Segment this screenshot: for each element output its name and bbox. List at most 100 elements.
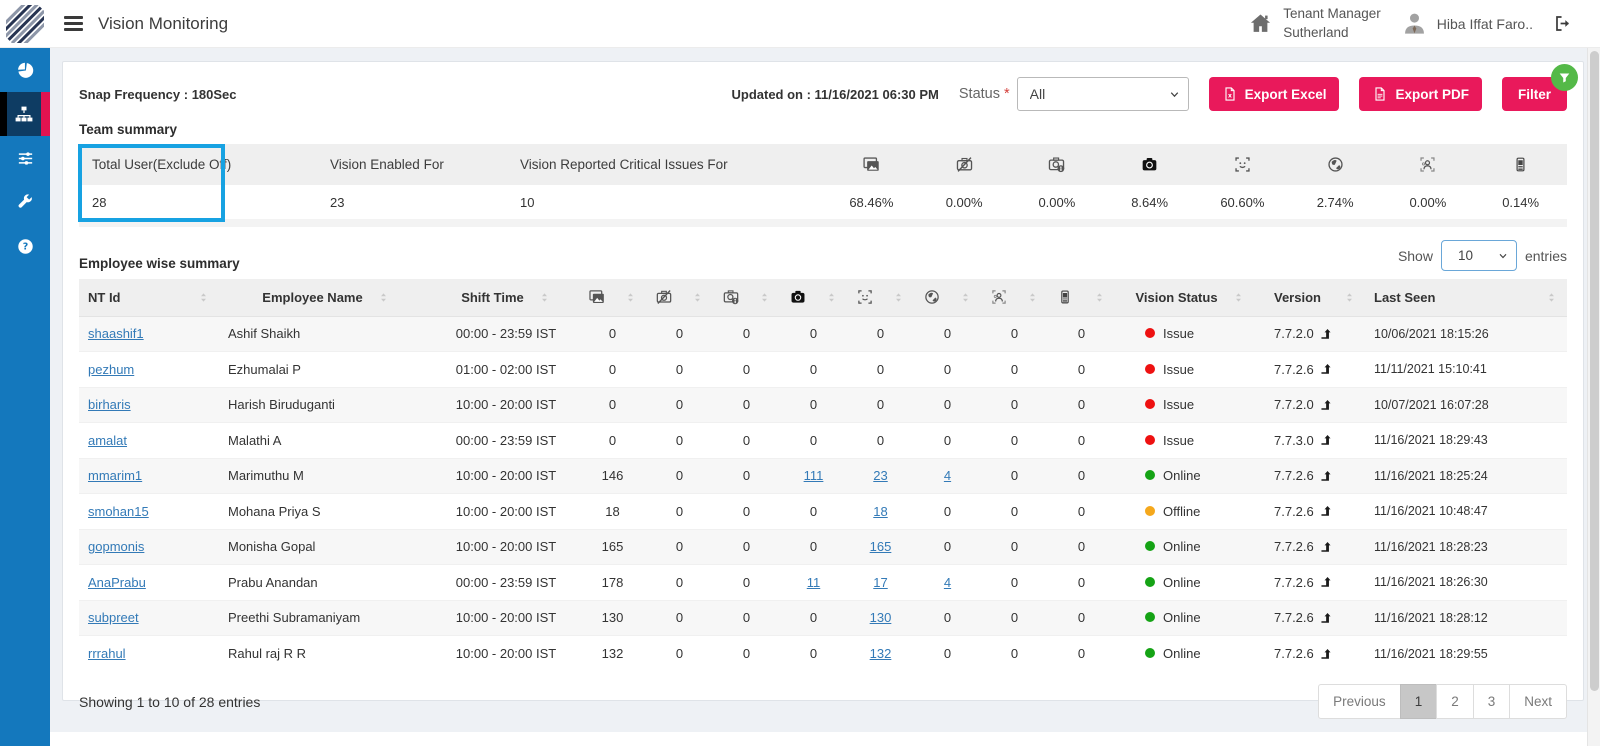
ntid-link[interactable]: mmarim1 bbox=[88, 468, 142, 483]
employee-name: Rahul raj R R bbox=[219, 635, 433, 671]
required-asterisk: * bbox=[1004, 86, 1010, 102]
version-upgrade-icon bbox=[1319, 433, 1333, 447]
page-button-3[interactable]: 3 bbox=[1472, 684, 1511, 719]
sort-icon[interactable] bbox=[1545, 291, 1558, 304]
last-seen: 11/16/2021 18:25:24 bbox=[1365, 457, 1567, 494]
employee-row: mmarim1 Marimuthu M 10:00 - 20:00 IST 14… bbox=[79, 457, 1567, 494]
logout-button[interactable] bbox=[1553, 14, 1572, 33]
metric-link[interactable]: 4 bbox=[944, 468, 951, 483]
col-vision-enabled: Vision Enabled For bbox=[317, 144, 507, 185]
sidebar-item-settings[interactable] bbox=[0, 136, 50, 180]
version-value: 7.7.2.6 bbox=[1274, 468, 1314, 484]
status-select[interactable]: All bbox=[1016, 77, 1189, 111]
vision-status: Issue bbox=[1163, 361, 1195, 377]
status-dot bbox=[1145, 541, 1155, 552]
metric-value: 0 bbox=[1048, 528, 1115, 565]
metric-value: 0 bbox=[1048, 351, 1115, 387]
sidebar-item-dashboard[interactable] bbox=[0, 48, 50, 92]
metric-link[interactable]: 132 bbox=[870, 646, 892, 661]
sort-icon[interactable] bbox=[197, 291, 210, 304]
metric-link[interactable]: 130 bbox=[870, 610, 892, 625]
last-seen: 11/16/2021 18:28:12 bbox=[1365, 599, 1567, 636]
sidebar-item-help[interactable] bbox=[0, 224, 50, 268]
metric-value: 0 bbox=[1048, 422, 1115, 458]
status-dot bbox=[1145, 612, 1155, 623]
ntid-link[interactable]: shaashif1 bbox=[88, 326, 144, 341]
metric-value: 0 bbox=[780, 386, 847, 423]
employee-row: rrrahul Rahul raj R R 10:00 - 20:00 IST … bbox=[79, 635, 1567, 671]
page-size-select[interactable]: 10 bbox=[1440, 240, 1517, 271]
metric-value: 165 bbox=[579, 528, 646, 565]
ntid-link[interactable]: gopmonis bbox=[88, 539, 144, 554]
sort-icon[interactable] bbox=[1093, 291, 1106, 304]
tenant-switcher[interactable]: Tenant Manager Sutherland bbox=[1248, 5, 1381, 41]
metric-value: 0 bbox=[780, 635, 847, 671]
metric-link[interactable]: 18 bbox=[873, 504, 887, 519]
user-menu[interactable]: Hiba Iffat Faro.. bbox=[1401, 10, 1533, 37]
ntid-link[interactable]: amalat bbox=[88, 433, 127, 448]
page-button-1[interactable]: 1 bbox=[1399, 684, 1438, 719]
sidebar-item-tools[interactable] bbox=[0, 180, 50, 224]
updated-on-label: Updated on : 11/16/2021 06:30 PM bbox=[731, 86, 939, 102]
filter-button[interactable]: Filter bbox=[1501, 64, 1578, 111]
sort-icon[interactable] bbox=[377, 291, 390, 304]
employee-name: Malathi A bbox=[219, 422, 433, 458]
metric-link[interactable]: 11 bbox=[807, 575, 821, 590]
sort-icon[interactable] bbox=[758, 291, 771, 304]
hamburger-menu-icon[interactable] bbox=[64, 13, 83, 35]
sort-icon[interactable] bbox=[825, 291, 838, 304]
company-logo[interactable] bbox=[0, 0, 50, 48]
employee-row: gopmonis Monisha Gopal 10:00 - 20:00 IST… bbox=[79, 528, 1567, 565]
show-label: Show bbox=[1397, 247, 1433, 264]
export-pdf-button[interactable]: Export PDF bbox=[1359, 77, 1482, 111]
sort-icon[interactable] bbox=[538, 291, 551, 304]
version-value: 7.7.2.6 bbox=[1274, 646, 1314, 661]
version-value: 7.7.2.6 bbox=[1274, 361, 1314, 377]
metric-link[interactable]: 17 bbox=[873, 575, 887, 590]
status-dot bbox=[1145, 576, 1155, 587]
next-page-button[interactable]: Next bbox=[1509, 684, 1567, 719]
metric-link[interactable]: 111 bbox=[804, 468, 824, 483]
page-button-2[interactable]: 2 bbox=[1436, 684, 1474, 719]
col-critical-issues: Vision Reported Critical Issues For bbox=[507, 144, 825, 185]
employee-name: Monisha Gopal bbox=[219, 528, 433, 565]
export-excel-button[interactable]: Export Excel bbox=[1208, 77, 1340, 111]
version-value: 7.7.2.6 bbox=[1274, 610, 1314, 626]
critical-issues-value: 10 bbox=[507, 185, 825, 219]
sort-icon[interactable] bbox=[1343, 291, 1356, 304]
metric-value: 0 bbox=[646, 528, 713, 565]
sort-icon[interactable] bbox=[959, 291, 972, 304]
ntid-link[interactable]: rrrahul bbox=[88, 646, 126, 661]
metric-value: 0 bbox=[646, 457, 713, 494]
ntid-link[interactable]: subpreet bbox=[88, 610, 139, 625]
ntid-link[interactable]: pezhum bbox=[88, 362, 134, 377]
employee-summary-heading: Employee wise summary bbox=[79, 256, 240, 271]
team-summary-heading: Team summary bbox=[79, 122, 178, 137]
previous-page-button[interactable]: Previous bbox=[1318, 684, 1401, 719]
sort-icon[interactable] bbox=[624, 291, 637, 304]
ntid-link[interactable]: AnaPrabu bbox=[88, 575, 146, 590]
ntid-link[interactable]: birharis bbox=[88, 397, 131, 412]
sort-icon[interactable] bbox=[892, 291, 905, 304]
metric-value: 0 bbox=[713, 351, 780, 387]
metric-value: 0 bbox=[914, 386, 981, 423]
col-nt-id: NT Id bbox=[88, 289, 121, 305]
metric-link[interactable]: 4 bbox=[944, 575, 951, 590]
metric-value: 0 bbox=[981, 422, 1048, 458]
metric-link[interactable]: 23 bbox=[873, 468, 887, 483]
metric-value: 0 bbox=[981, 564, 1048, 600]
metric-link[interactable]: 165 bbox=[870, 539, 892, 554]
sidebar-item-team-hierarchy[interactable] bbox=[0, 92, 50, 136]
shift-time: 10:00 - 20:00 IST bbox=[433, 457, 579, 494]
scrollbar-thumb[interactable] bbox=[1589, 51, 1599, 691]
sort-icon[interactable] bbox=[1232, 291, 1245, 304]
col-vision-status: Vision Status bbox=[1135, 289, 1218, 305]
sort-icon[interactable] bbox=[691, 291, 704, 304]
metric-value: 0 bbox=[981, 493, 1048, 529]
sort-icon[interactable] bbox=[1026, 291, 1039, 304]
metric-value: 0 bbox=[981, 315, 1048, 352]
content-background: Snap Frequency : 180Sec Updated on : 11/… bbox=[50, 48, 1600, 732]
pdf-file-icon bbox=[1372, 86, 1388, 102]
vertical-scrollbar[interactable] bbox=[1587, 48, 1600, 746]
ntid-link[interactable]: smohan15 bbox=[88, 504, 149, 519]
